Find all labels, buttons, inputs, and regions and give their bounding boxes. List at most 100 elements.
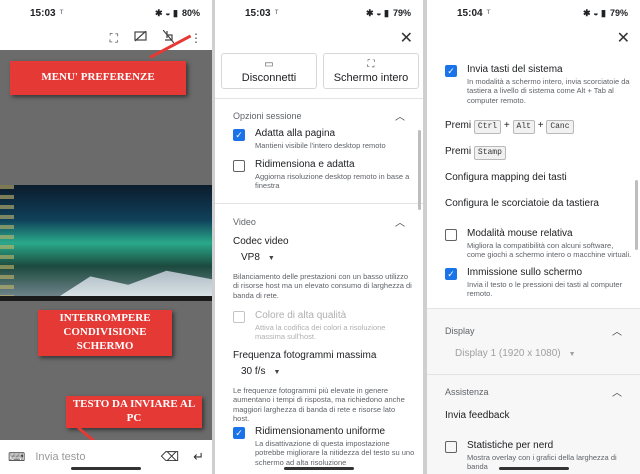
checkbox-checked[interactable]: ✓	[445, 268, 457, 280]
status-time: 15:03	[245, 7, 271, 19]
status-battery: 80%	[181, 8, 200, 18]
status-battery: 79%	[609, 8, 628, 18]
status-icons: ✱ ◒ ▮	[155, 7, 178, 18]
option-hq-color: Colore di alta qualità Attiva la codific…	[233, 310, 415, 342]
chevron-up-icon: ︿	[612, 388, 622, 399]
fps-label: Frequenza fotogrammi massima	[233, 350, 377, 361]
fps-desc: Le frequenze fotogrammi più elevate in g…	[233, 386, 405, 424]
enter-icon[interactable]: ↵	[193, 449, 204, 465]
chevron-up-icon: ︿	[395, 218, 405, 229]
disconnect-button[interactable]: ▭ Disconnetti	[221, 53, 317, 89]
disconnect-label: Disconnetti	[241, 71, 297, 84]
status-time: 15:04	[457, 7, 483, 19]
option-title: Invia tasti del sistema	[467, 64, 563, 75]
option-onscreen-input[interactable]: ✓ Immissione sullo schermo Invia il test…	[445, 267, 632, 299]
key-canc: Canc	[546, 120, 574, 134]
remote-taskbar	[0, 296, 212, 301]
section-help[interactable]: Assistenza ︿	[427, 384, 640, 400]
nav-handle[interactable]	[284, 467, 354, 470]
status-time: 15:03	[30, 7, 56, 19]
press-label: Premi	[445, 146, 472, 157]
option-desc: Attiva la codifica dei colori a risoluzi…	[255, 323, 386, 342]
nav-handle[interactable]	[498, 467, 569, 470]
fullscreen-button[interactable]: ⛶ Schermo intero	[323, 53, 419, 89]
display-value: Display 1 (1920 x 1080)	[455, 348, 561, 359]
section-video[interactable]: Video ︿	[215, 214, 423, 230]
remote-desktop-view[interactable]	[0, 185, 212, 301]
status-icons: ✱ ◒ ▮	[583, 7, 606, 18]
option-title: Statistiche per nerd	[467, 440, 554, 451]
scrollbar[interactable]	[635, 180, 638, 250]
remote-session-panel: 15:03 ᵀ ✱ ◒ ▮ 80% ⛶ ⋮ MENU' PREFERENZE I…	[0, 0, 212, 474]
status-icons: ✱ ◒ ▮	[366, 7, 389, 18]
checkbox-unchecked[interactable]	[233, 160, 245, 172]
disconnect-icon: ▭	[264, 58, 274, 70]
divider	[427, 374, 640, 375]
status-bar: 15:03 ᵀ ✱ ◒ ▮ 80%	[0, 0, 212, 26]
option-desc: Aggiorna risoluzione desktop remoto in b…	[255, 172, 410, 191]
checkbox-unchecked[interactable]	[445, 441, 457, 453]
scrollbar[interactable]	[418, 130, 421, 210]
checkbox-checked[interactable]: ✓	[233, 129, 245, 141]
send-feedback-link[interactable]: Invia feedback	[445, 410, 630, 421]
display-select: Display 1 (1920 x 1080) ▼	[455, 348, 630, 359]
section-title: Video	[233, 216, 256, 227]
fps-value: 30 f/s	[241, 366, 266, 377]
checkbox-disabled	[233, 311, 245, 323]
session-toolbar: ⛶ ⋮	[0, 26, 212, 50]
press-label: Premi	[445, 120, 472, 131]
divider	[215, 203, 423, 204]
option-title: Colore di alta qualità	[255, 310, 347, 321]
codec-select[interactable]: VP8 ▼	[241, 252, 413, 263]
wallpaper-snow	[60, 270, 212, 296]
option-relative-mouse[interactable]: Modalità mouse relativa Migliora la comp…	[445, 228, 632, 260]
option-title: Ridimensionamento uniforme	[255, 426, 386, 437]
section-display[interactable]: Display ︿	[427, 323, 640, 339]
section-title: Display	[445, 325, 475, 336]
checkbox-checked[interactable]: ✓	[233, 427, 245, 439]
option-desc: Migliora la compatibilità con alcuni sof…	[467, 241, 632, 260]
backspace-icon[interactable]: ⌫	[161, 449, 179, 465]
nav-handle[interactable]	[71, 467, 141, 470]
key-mapping-link[interactable]: Configura mapping dei tasti	[445, 172, 630, 183]
option-resize-fit[interactable]: Ridimensiona e adatta Aggiorna risoluzio…	[233, 159, 415, 191]
option-title: Modalità mouse relativa	[467, 228, 573, 239]
fps-select[interactable]: 30 f/s ▼	[241, 366, 413, 377]
checkbox-unchecked[interactable]	[445, 229, 457, 241]
status-bar: 15:03 ᵀ ✱ ◒ ▮ 79%	[215, 0, 423, 26]
close-icon[interactable]: ✕	[617, 28, 630, 48]
hide-display-icon[interactable]	[134, 30, 147, 45]
keyboard-icon[interactable]: ⌨	[8, 450, 25, 464]
callout-menu-preferences: MENU' PREFERENZE	[10, 61, 186, 95]
codec-value: VP8	[241, 252, 260, 263]
preferences-panel-session: 15:03 ᵀ ✱ ◒ ▮ 79% ✕ ▭ Disconnetti ⛶ Sche…	[215, 0, 423, 474]
close-icon[interactable]: ✕	[400, 28, 413, 48]
key-alt: Alt	[512, 120, 535, 134]
press-stamp[interactable]: Premi Stamp	[445, 146, 630, 160]
checkbox-checked[interactable]: ✓	[445, 65, 457, 77]
fullscreen-icon[interactable]: ⛶	[110, 31, 118, 46]
status-notification: ᵀ	[486, 8, 491, 18]
status-battery: 79%	[392, 8, 411, 18]
callout-interrupt-sharing: INTERROMPERE CONDIVISIONE SCHERMO	[38, 310, 172, 356]
dropdown-arrow-icon: ▼	[568, 351, 576, 358]
key-stamp: Stamp	[473, 146, 506, 160]
send-text-input[interactable]: Invia testo	[35, 451, 146, 463]
fullscreen-label: Schermo intero	[333, 71, 409, 84]
plus-sign: +	[503, 120, 510, 131]
keyboard-shortcuts-link[interactable]: Configura le scorciatoie da tastiera	[445, 198, 630, 209]
fullscreen-icon: ⛶	[367, 58, 375, 70]
section-session-options[interactable]: Opzioni sessione ︿	[215, 108, 423, 124]
plus-sign: +	[537, 120, 544, 131]
option-system-keys[interactable]: ✓ Invia tasti del sistema In modalità a …	[445, 64, 632, 105]
more-menu-icon[interactable]: ⋮	[190, 31, 202, 45]
callout-text-to-pc: TESTO DA INVIARE AL PC	[66, 396, 202, 428]
divider	[215, 98, 423, 99]
chevron-up-icon: ︿	[612, 327, 622, 338]
status-notification: ᵀ	[274, 8, 279, 18]
option-uniform-scaling[interactable]: ✓ Ridimensionamento uniforme La disattiv…	[233, 426, 415, 467]
key-ctrl: Ctrl	[473, 120, 502, 134]
option-title: Adatta alla pagina	[255, 128, 336, 139]
press-ctrl-alt-canc[interactable]: Premi Ctrl + Alt + Canc	[445, 120, 630, 134]
option-fit-page[interactable]: ✓ Adatta alla pagina Mantieni visibile l…	[233, 128, 415, 150]
